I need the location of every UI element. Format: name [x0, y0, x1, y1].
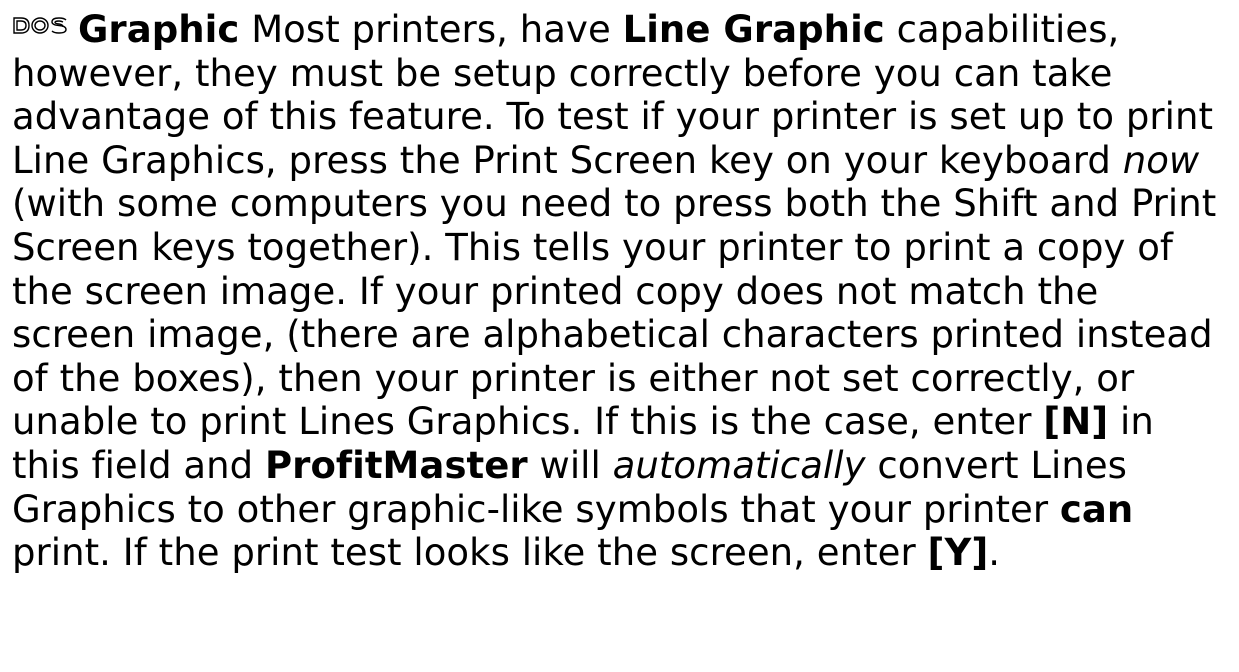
body-text: .	[988, 531, 1001, 575]
dos-icon	[12, 16, 70, 35]
body-text: will	[527, 443, 613, 487]
body-text: print. If the print test looks like the …	[12, 531, 928, 575]
emphasis-can: can	[1059, 487, 1134, 531]
body-text: Most printers, have	[239, 8, 623, 51]
key-y: [Y]	[927, 531, 989, 575]
emphasis-line-graphic: Line Graphic	[622, 8, 885, 51]
key-n: [N]	[1043, 400, 1109, 444]
emphasis-now: now	[1122, 138, 1200, 182]
body-text: (with some computers you need to press b…	[12, 182, 1217, 444]
help-page: Graphic Most printers, have Line Graphic…	[0, 0, 1239, 672]
product-name: ProfitMaster	[265, 443, 528, 487]
emphasis-automatically: automatically	[612, 443, 866, 487]
help-paragraph: Graphic Most printers, have Line Graphic…	[12, 0, 1231, 575]
field-name: Graphic	[78, 8, 240, 51]
